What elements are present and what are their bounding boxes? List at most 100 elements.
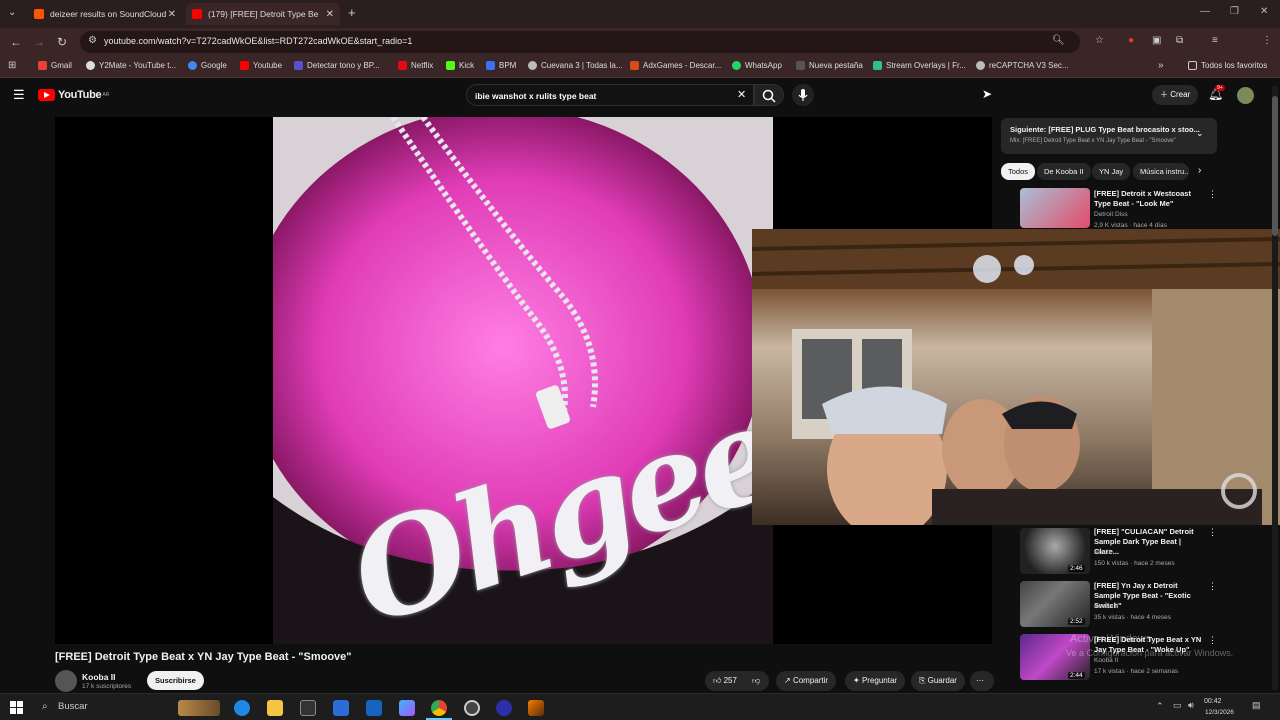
edge-icon[interactable]: [234, 700, 250, 716]
page-scrollbar[interactable]: [1272, 86, 1278, 690]
related-video-channel[interactable]: Detroit Diss: [1094, 211, 1128, 218]
url-text[interactable]: youtube.com/watch?v=T272cadWkOE&list=RDT…: [104, 36, 412, 46]
expand-chevron-icon[interactable]: ⌄: [1196, 128, 1204, 139]
chrome-icon[interactable]: [431, 700, 447, 716]
live-app-icon[interactable]: [300, 700, 316, 716]
bookmark-item[interactable]: Cuevana 3 | Todas la...: [528, 61, 623, 70]
voice-search-button[interactable]: [792, 84, 814, 106]
scrollbar-thumb[interactable]: [1272, 96, 1278, 236]
bookmark-item[interactable]: Google: [188, 61, 227, 70]
clock-date[interactable]: 12/3/2026: [1205, 709, 1234, 716]
bookmark-item[interactable]: reCAPTCHA V3 Sec...: [976, 61, 1069, 70]
microsoft-store-icon[interactable]: [333, 700, 349, 716]
ask-button[interactable]: ✦ Preguntar: [845, 671, 906, 691]
tray-chevron-icon[interactable]: ⌃: [1156, 701, 1164, 712]
app-icon[interactable]: [528, 700, 544, 716]
network-icon[interactable]: ▭: [1173, 700, 1182, 711]
address-bar[interactable]: ⚙ youtube.com/watch?v=T272cadWkOE&list=R…: [80, 31, 1080, 53]
subscribe-button[interactable]: Suscribirse: [147, 671, 204, 690]
windows-start-icon[interactable]: [10, 701, 23, 714]
volume-icon[interactable]: 🔊︎: [1188, 700, 1194, 711]
file-explorer-icon[interactable]: [267, 700, 283, 716]
playlist-panel-header[interactable]: Siguiente: [FREE] PLUG Type Beat brocasi…: [1001, 118, 1217, 154]
save-button[interactable]: ⎘ Guardar: [911, 671, 965, 691]
more-options-icon[interactable]: ⋮: [1208, 189, 1217, 200]
bookmark-item[interactable]: WhatsApp: [732, 61, 782, 70]
clock-time[interactable]: 00:42: [1204, 698, 1222, 705]
reading-list-icon[interactable]: ≡: [1212, 35, 1218, 46]
more-actions-button[interactable]: ⋯: [970, 671, 994, 691]
related-video-title[interactable]: [FREE] Detroit x Westcoast Type Beat - "…: [1094, 189, 1204, 209]
more-options-icon[interactable]: ⋮: [1208, 581, 1217, 592]
close-tab-icon[interactable]: ✕: [168, 9, 176, 20]
dislike-button[interactable]: 👎︎: [752, 671, 760, 691]
bookmark-item[interactable]: Y2Mate - YouTube t...: [86, 61, 176, 70]
bookmark-item[interactable]: Stream Overlays | Fr...: [873, 61, 966, 70]
zoom-icon[interactable]: 🔍︎: [1052, 35, 1065, 46]
share-button[interactable]: ↗ Compartir: [776, 671, 837, 691]
extension-icon[interactable]: ●: [1128, 35, 1134, 46]
more-options-icon[interactable]: ⋮: [1208, 635, 1217, 646]
taskbar-search-icon[interactable]: ⌕: [42, 701, 48, 712]
new-tab-icon[interactable]: +: [348, 5, 356, 20]
taskbar-search[interactable]: Buscar: [58, 701, 88, 712]
tab-youtube[interactable]: (179) [FREE] Detroit Type Beat ✕: [186, 3, 340, 25]
bookmark-star-icon[interactable]: ☆: [1095, 35, 1104, 46]
bookmark-item[interactable]: Detectar tono y BP...: [294, 61, 380, 70]
app-icon[interactable]: [464, 700, 480, 716]
create-button[interactable]: ＋ Crear: [1152, 85, 1199, 105]
minimize-icon[interactable]: —: [1200, 6, 1210, 17]
bookmark-item[interactable]: Nueva pestaña: [796, 61, 863, 70]
chip-musica[interactable]: Música instru...: [1133, 163, 1189, 180]
related-video-channel[interactable]: Kooba II: [1094, 657, 1118, 664]
bookmark-item[interactable]: BPM: [486, 61, 516, 70]
search-query[interactable]: ibie wanshot x rulits type beat: [475, 91, 596, 101]
channel-avatar[interactable]: [55, 670, 77, 692]
related-video-channel[interactable]: Kooba II: [1094, 603, 1118, 610]
mouse-cursor-icon: ➤: [982, 87, 993, 101]
related-video-thumbnail[interactable]: [1020, 188, 1090, 228]
search-button[interactable]: [754, 84, 784, 106]
youtube-logo[interactable]: YouTube AR: [38, 89, 109, 101]
video-frame-image[interactable]: Ohgeesy: [273, 117, 773, 644]
back-icon[interactable]: ←: [10, 35, 22, 49]
site-info-icon[interactable]: ⚙: [88, 35, 97, 46]
forward-icon[interactable]: →: [33, 35, 45, 49]
notification-center-icon[interactable]: ▤: [1252, 700, 1261, 711]
more-options-icon[interactable]: ⋮: [1208, 527, 1217, 538]
related-video-channel[interactable]: Nuski: [1094, 549, 1110, 556]
close-tab-icon[interactable]: ✕: [326, 9, 334, 20]
browser-menu-icon[interactable]: ⋮: [1262, 35, 1272, 46]
all-favorites[interactable]: Todos los favoritos: [1188, 61, 1267, 70]
tab-soundcloud[interactable]: deizeer results on SoundCloud ✕: [28, 3, 182, 25]
bookmark-item[interactable]: Gmail: [38, 61, 72, 70]
reload-icon[interactable]: ↻: [57, 35, 67, 49]
related-video-title[interactable]: [FREE] "CULIACAN" Detroit Sample Dark Ty…: [1094, 527, 1204, 557]
account-avatar[interactable]: [1237, 87, 1254, 104]
apps-icon[interactable]: ⊞: [8, 60, 16, 71]
search-input[interactable]: ibie wanshot x rulits type beat ✕: [466, 84, 754, 106]
like-button[interactable]: 👍︎ 257: [713, 676, 737, 685]
channel-name[interactable]: Kooba II: [82, 672, 116, 682]
chip-todos[interactable]: Todos: [1001, 163, 1036, 180]
chip-yn-jay[interactable]: YN Jay: [1092, 163, 1131, 180]
obs-icon[interactable]: [496, 700, 512, 716]
search-highlight-image[interactable]: [178, 700, 220, 716]
bookmark-item[interactable]: Kick: [446, 61, 474, 70]
search-icon: [762, 89, 776, 103]
bookmark-item[interactable]: Netflix: [398, 61, 433, 70]
bookmark-item[interactable]: Youtube: [240, 61, 282, 70]
more-bookmarks-icon[interactable]: »: [1158, 60, 1164, 71]
extensions-puzzle-icon[interactable]: ⧉: [1176, 35, 1183, 46]
clear-search-icon[interactable]: ✕: [737, 88, 746, 101]
chip-de-kooba[interactable]: De Kooba II: [1037, 163, 1091, 180]
bookmark-item[interactable]: AdxGames - Descar...: [630, 61, 721, 70]
maximize-icon[interactable]: ❐: [1230, 6, 1239, 17]
close-window-icon[interactable]: ✕: [1260, 6, 1268, 17]
extension-icon[interactable]: ▣: [1152, 35, 1161, 46]
hamburger-menu-icon[interactable]: ☰: [13, 87, 25, 103]
outlook-icon[interactable]: [366, 700, 382, 716]
tab-list-icon[interactable]: ⌄: [8, 7, 16, 18]
chips-next-icon[interactable]: ›: [1198, 165, 1201, 176]
copilot-icon[interactable]: [399, 700, 415, 716]
